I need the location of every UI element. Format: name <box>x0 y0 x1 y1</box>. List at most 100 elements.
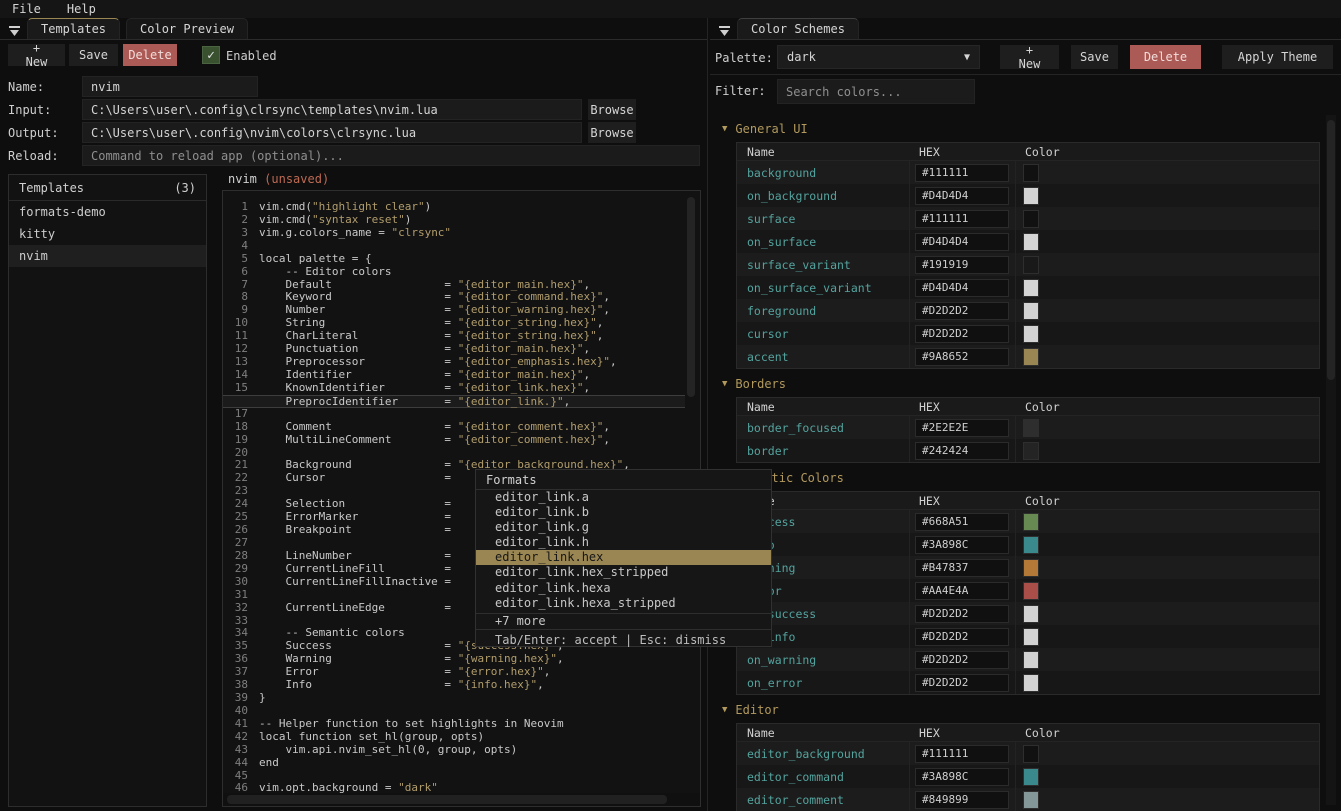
hex-value-field[interactable]: #D2D2D2 <box>915 605 1009 623</box>
color-row[interactable]: surface#111111 <box>737 207 1319 230</box>
popup-item[interactable]: editor_link.hexa_stripped <box>476 596 771 611</box>
collapse-panel-icon[interactable] <box>718 22 731 35</box>
editor-vertical-scrollbar[interactable] <box>687 197 695 397</box>
hex-value-field[interactable]: #B47837 <box>915 559 1009 577</box>
collapse-panel-icon[interactable] <box>8 22 21 35</box>
color-swatch[interactable] <box>1023 559 1039 577</box>
color-row[interactable]: accent#9A8652 <box>737 345 1319 368</box>
hex-value-field[interactable]: #D4D4D4 <box>915 233 1009 251</box>
color-swatch[interactable] <box>1023 210 1039 228</box>
color-swatch[interactable] <box>1023 279 1039 297</box>
color-row[interactable]: on_error#D2D2D2 <box>737 671 1319 694</box>
color-swatch[interactable] <box>1023 745 1039 763</box>
delete-template-button[interactable]: Delete <box>123 44 177 66</box>
palette-dropdown[interactable]: dark ▼ <box>777 45 980 69</box>
code-line[interactable]: 2vim.cmd("syntax reset") <box>223 214 700 227</box>
color-swatch[interactable] <box>1023 302 1039 320</box>
name-input[interactable] <box>82 76 258 97</box>
section-header-general-ui[interactable]: ▼General UI <box>722 122 1327 136</box>
hex-value-field[interactable]: #111111 <box>915 210 1009 228</box>
input-browse-button[interactable]: Browse <box>588 99 636 120</box>
hex-value-field[interactable]: #111111 <box>915 745 1009 763</box>
color-swatch[interactable] <box>1023 536 1039 554</box>
section-header-borders[interactable]: ▼Borders <box>722 377 1327 391</box>
hex-value-field[interactable]: #668A51 <box>915 513 1009 531</box>
template-list-item[interactable]: formats-demo <box>9 201 206 223</box>
hex-value-field[interactable]: #D2D2D2 <box>915 674 1009 692</box>
code-line[interactable]: 5local palette = { <box>223 253 700 266</box>
enabled-checkbox[interactable]: ✓ <box>202 46 220 64</box>
color-swatch[interactable] <box>1023 674 1039 692</box>
popup-item[interactable]: editor_link.a <box>476 490 771 505</box>
hex-value-field[interactable]: #D4D4D4 <box>915 279 1009 297</box>
color-swatch[interactable] <box>1023 256 1039 274</box>
hex-value-field[interactable]: #191919 <box>915 256 1009 274</box>
color-row[interactable]: on_info#D2D2D2 <box>737 625 1319 648</box>
tab-templates[interactable]: Templates <box>27 18 120 39</box>
color-row[interactable]: info#3A898C <box>737 533 1319 556</box>
hex-value-field[interactable]: #D2D2D2 <box>915 325 1009 343</box>
template-list-item[interactable]: nvim <box>9 245 206 267</box>
color-row[interactable]: on_background#D4D4D4 <box>737 184 1319 207</box>
color-swatch[interactable] <box>1023 582 1039 600</box>
color-row[interactable]: foreground#D2D2D2 <box>737 299 1319 322</box>
new-palette-button[interactable]: + New <box>1000 45 1059 69</box>
color-swatch[interactable] <box>1023 187 1039 205</box>
color-swatch[interactable] <box>1023 164 1039 182</box>
code-line[interactable]: 43 vim.api.nvim_set_hl(0, group, opts) <box>223 744 700 757</box>
code-line[interactable]: 39} <box>223 692 700 705</box>
color-swatch[interactable] <box>1023 605 1039 623</box>
code-line[interactable]: 40 <box>223 705 700 718</box>
color-row[interactable]: error#AA4E4A <box>737 579 1319 602</box>
color-swatch[interactable] <box>1023 628 1039 646</box>
tab-color-schemes[interactable]: Color Schemes <box>737 18 859 39</box>
color-row[interactable]: editor_comment#849899 <box>737 788 1319 811</box>
hex-value-field[interactable]: #3A898C <box>915 536 1009 554</box>
hex-value-field[interactable]: #D2D2D2 <box>915 628 1009 646</box>
color-row[interactable]: success#668A51 <box>737 510 1319 533</box>
popup-more-item[interactable]: +7 more <box>476 613 771 628</box>
menu-item-help[interactable]: Help <box>67 2 96 16</box>
code-line-current[interactable]: PreprocIdentifier = "{editor_link.}", <box>223 395 685 408</box>
color-swatch[interactable] <box>1023 419 1039 437</box>
hex-value-field[interactable]: #D2D2D2 <box>915 651 1009 669</box>
hex-value-field[interactable]: #D2D2D2 <box>915 302 1009 320</box>
hex-value-field[interactable]: #D4D4D4 <box>915 187 1009 205</box>
apply-theme-button[interactable]: Apply Theme <box>1222 45 1333 69</box>
save-template-button[interactable]: Save <box>69 44 118 66</box>
hex-value-field[interactable]: #242424 <box>915 442 1009 460</box>
color-swatch[interactable] <box>1023 651 1039 669</box>
color-row[interactable]: surface_variant#191919 <box>737 253 1319 276</box>
delete-palette-button[interactable]: Delete <box>1130 45 1201 69</box>
hex-value-field[interactable]: #AA4E4A <box>915 582 1009 600</box>
popup-item[interactable]: editor_link.b <box>476 505 771 520</box>
color-row[interactable]: border_focused#2E2E2E <box>737 416 1319 439</box>
color-swatch[interactable] <box>1023 325 1039 343</box>
new-template-button[interactable]: + New <box>8 44 65 66</box>
color-row[interactable]: cursor#D2D2D2 <box>737 322 1319 345</box>
code-line[interactable]: 38 Info = "{info.hex}", <box>223 679 700 692</box>
color-filter-input[interactable] <box>777 79 975 104</box>
color-row[interactable]: on_success#D2D2D2 <box>737 602 1319 625</box>
right-scrollbar[interactable] <box>1327 120 1335 380</box>
color-swatch[interactable] <box>1023 768 1039 786</box>
color-row[interactable]: border#242424 <box>737 439 1319 462</box>
color-swatch[interactable] <box>1023 513 1039 531</box>
input-path-field[interactable] <box>82 99 582 120</box>
color-swatch[interactable] <box>1023 348 1039 366</box>
reload-command-field[interactable] <box>82 145 700 166</box>
hex-value-field[interactable]: #9A8652 <box>915 348 1009 366</box>
hex-value-field[interactable]: #3A898C <box>915 768 1009 786</box>
code-line[interactable]: 19 MultiLineComment = "{editor_comment.h… <box>223 434 700 447</box>
code-line[interactable]: 15 KnownIdentifier = "{editor_link.hex}"… <box>223 382 700 395</box>
popup-item[interactable]: editor_link.g <box>476 520 771 535</box>
output-path-field[interactable] <box>82 122 582 143</box>
color-row[interactable]: on_warning#D2D2D2 <box>737 648 1319 671</box>
hex-value-field[interactable]: #2E2E2E <box>915 419 1009 437</box>
popup-item[interactable]: editor_link.hexa <box>476 581 771 596</box>
popup-item-selected[interactable]: editor_link.hex <box>476 550 771 565</box>
color-row[interactable]: editor_command#3A898C <box>737 765 1319 788</box>
popup-item[interactable]: editor_link.h <box>476 535 771 550</box>
color-swatch[interactable] <box>1023 233 1039 251</box>
menu-item-file[interactable]: File <box>12 2 41 16</box>
